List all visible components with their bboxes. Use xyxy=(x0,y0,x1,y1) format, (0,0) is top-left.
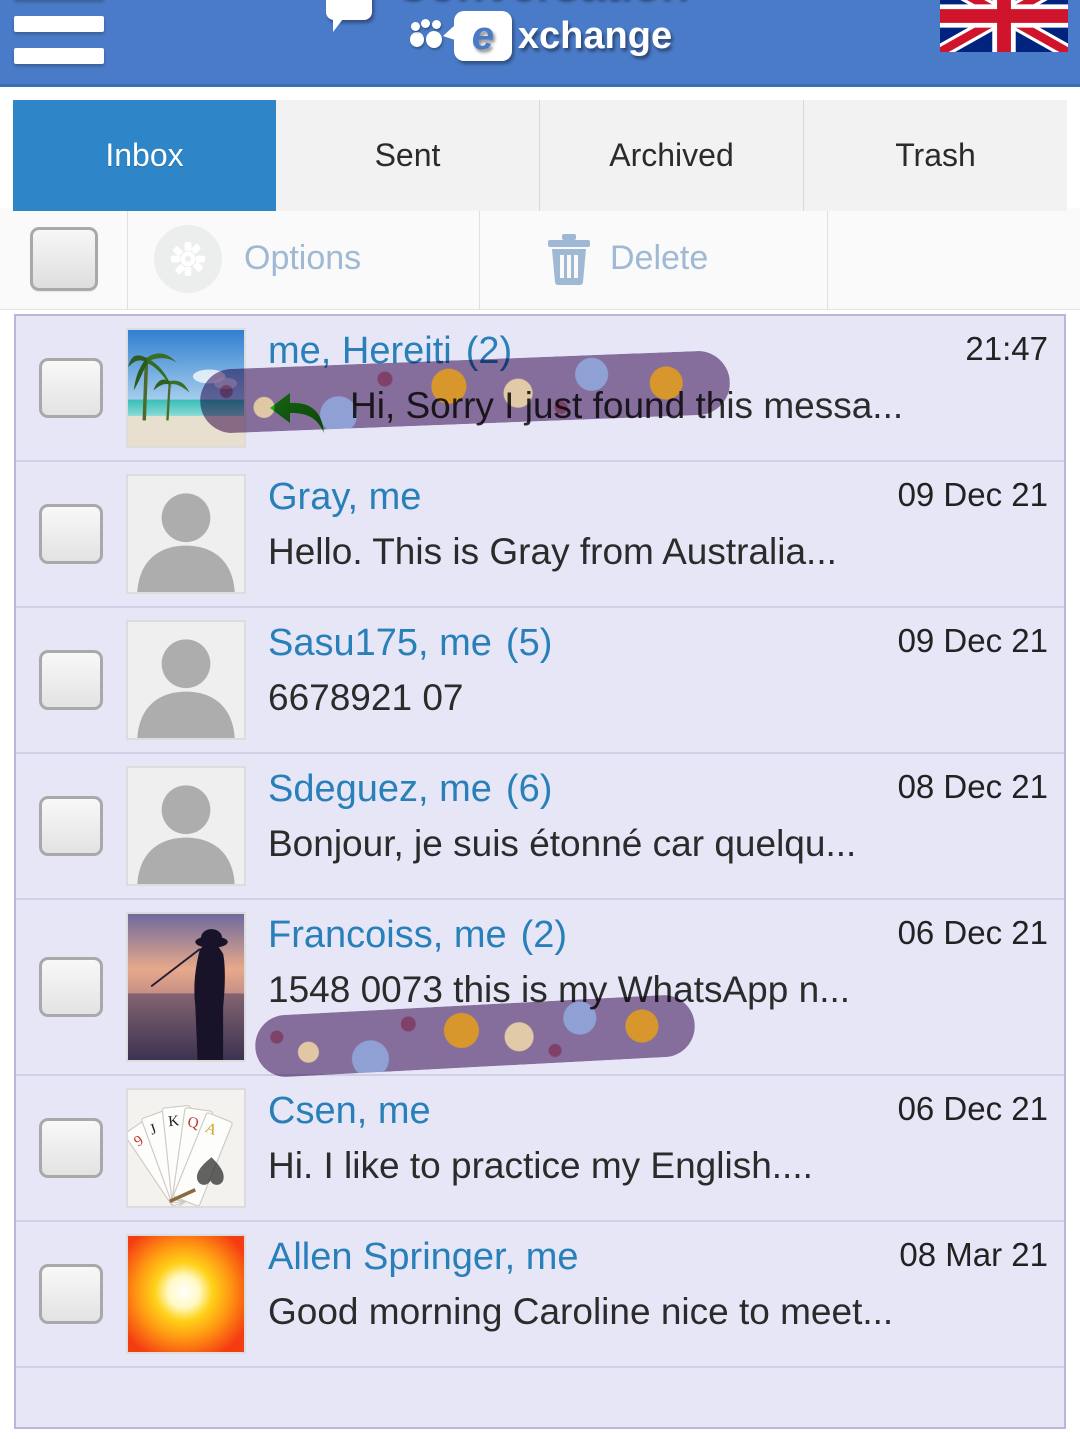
row-checkbox-cell[interactable] xyxy=(16,462,126,606)
tab-archived[interactable]: Archived xyxy=(540,100,804,211)
avatar: 9 J K Q A xyxy=(126,1088,246,1208)
row-checkbox[interactable] xyxy=(39,796,103,856)
row-header: me, Hereiti (2) xyxy=(268,330,1052,373)
table-row[interactable]: Sdeguez, me (6) 08 Dec 21 Bonjour, je su… xyxy=(16,754,1064,900)
tab-inbox[interactable]: Inbox xyxy=(13,100,276,211)
table-row[interactable]: Allen Springer, me 08 Mar 21 Good mornin… xyxy=(16,1222,1064,1368)
preview-line: 6678921 07 xyxy=(268,677,1052,718)
row-checkbox[interactable] xyxy=(39,957,103,1017)
preview-line: 1548 0073 this is my WhatsApp n... xyxy=(268,969,1052,1010)
row-checkbox[interactable] xyxy=(39,504,103,564)
united-kingdom-flag-icon[interactable] xyxy=(940,0,1068,52)
preview-line: Bonjour, je suis étonné car quelqu... xyxy=(268,823,1052,864)
avatar xyxy=(126,912,246,1062)
row-content: me, Hereiti (2) 21:47 Hi, Sorry I just f… xyxy=(246,316,1064,460)
row-checkbox-cell[interactable] xyxy=(16,900,126,1074)
message-count: (2) xyxy=(520,914,568,956)
tab-trash[interactable]: Trash xyxy=(804,100,1067,211)
avatar xyxy=(126,474,246,594)
options-button[interactable]: Options xyxy=(128,207,480,310)
row-checkbox-cell[interactable] xyxy=(16,1222,126,1366)
timestamp: 09 Dec 21 xyxy=(897,476,1048,513)
row-checkbox[interactable] xyxy=(39,358,103,418)
message-count: (6) xyxy=(505,768,553,810)
sender-name[interactable]: Allen Springer, me xyxy=(268,1236,579,1279)
delete-label: Delete xyxy=(610,239,709,277)
table-row[interactable]: Gray, me 09 Dec 21 Hello. This is Gray f… xyxy=(16,462,1064,608)
sender-name[interactable]: Gray, me xyxy=(268,476,421,519)
row-checkbox[interactable] xyxy=(39,1264,103,1324)
logo-title-line1: Conversation xyxy=(393,0,688,5)
gear-icon xyxy=(154,224,222,293)
sender-name[interactable]: Sasu175, me xyxy=(268,622,492,665)
e-badge-icon: e xyxy=(442,11,512,61)
preview-text: Hi, Sorry I just found this messa... xyxy=(350,385,904,426)
delete-button[interactable]: Delete xyxy=(480,207,828,310)
svg-text:K: K xyxy=(168,1113,181,1130)
svg-text:Q: Q xyxy=(187,1115,200,1132)
message-count: (2) xyxy=(465,330,513,372)
row-content: Allen Springer, me 08 Mar 21 Good mornin… xyxy=(246,1222,1064,1366)
timestamp: 08 Dec 21 xyxy=(897,768,1048,805)
preview-text: Bonjour, je suis étonné car quelqu... xyxy=(268,823,857,864)
mailbox-tabs: Inbox Sent Archived Trash xyxy=(0,84,1080,211)
timestamp: 06 Dec 21 xyxy=(897,1090,1048,1127)
row-content: Francoiss, me (2) 06 Dec 21 1548 0073 th… xyxy=(246,900,1064,1074)
message-list: me, Hereiti (2) 21:47 Hi, Sorry I just f… xyxy=(14,314,1066,1429)
tab-sent[interactable]: Sent xyxy=(276,100,540,211)
sender-name[interactable]: Csen, me xyxy=(268,1090,431,1133)
row-checkbox[interactable] xyxy=(39,1118,103,1178)
avatar xyxy=(126,1234,246,1354)
timestamp: 06 Dec 21 xyxy=(897,914,1048,951)
sender-name[interactable]: me, Hereiti xyxy=(268,330,452,373)
message-count: (5) xyxy=(505,622,553,664)
options-label: Options xyxy=(244,239,362,277)
row-content: Sdeguez, me (6) 08 Dec 21 Bonjour, je su… xyxy=(246,754,1064,898)
preview-text: Good morning Caroline nice to meet... xyxy=(268,1291,894,1332)
row-checkbox-cell[interactable] xyxy=(16,1076,126,1220)
reply-arrow-icon xyxy=(268,389,334,437)
app-logo[interactable]: Conversation e xchange xyxy=(0,0,1080,61)
inbox-screen: Conversation e xchange Inbox Sent Archiv… xyxy=(0,0,1080,1439)
timestamp: 08 Mar 21 xyxy=(899,1236,1048,1273)
row-checkbox[interactable] xyxy=(39,650,103,710)
row-checkbox-cell[interactable] xyxy=(16,754,126,898)
sender-name[interactable]: Sdeguez, me xyxy=(268,768,492,811)
preview-text: Hi. I like to practice my English.... xyxy=(268,1145,813,1186)
speech-bubble-icon xyxy=(326,0,372,32)
paw-prints-icon xyxy=(408,18,448,54)
row-content: Csen, me 06 Dec 21 Hi. I like to practic… xyxy=(246,1076,1064,1220)
row-checkbox-cell[interactable] xyxy=(16,316,126,460)
table-row[interactable]: me, Hereiti (2) 21:47 Hi, Sorry I just f… xyxy=(16,316,1064,462)
timestamp: 09 Dec 21 xyxy=(897,622,1048,659)
preview-line: Hi, Sorry I just found this messa... xyxy=(268,385,1052,437)
timestamp: 21:47 xyxy=(965,330,1048,367)
logo-title-line2-text: xchange xyxy=(517,15,673,57)
preview-text: Hello. This is Gray from Australia... xyxy=(268,531,837,572)
sender-name[interactable]: Francoiss, me xyxy=(268,914,507,957)
logo-title-line2: e xchange xyxy=(0,11,1080,61)
row-content: Sasu175, me (5) 09 Dec 21 6678921 07 xyxy=(246,608,1064,752)
app-header: Conversation e xchange xyxy=(0,0,1080,84)
table-row[interactable]: Sasu175, me (5) 09 Dec 21 6678921 07 xyxy=(16,608,1064,754)
preview-text: 1548 0073 this is my WhatsApp n... xyxy=(268,969,851,1010)
table-row[interactable]: Francoiss, me (2) 06 Dec 21 1548 0073 th… xyxy=(16,900,1064,1076)
table-row[interactable]: 9 J K Q A Csen, me 06 Dec 21 Hi. I like … xyxy=(16,1076,1064,1222)
row-checkbox-cell[interactable] xyxy=(16,608,126,752)
avatar xyxy=(126,620,246,740)
trash-icon xyxy=(546,233,592,285)
preview-line: Hi. I like to practice my English.... xyxy=(268,1145,1052,1186)
select-all-cell[interactable] xyxy=(0,207,128,310)
list-toolbar: Options Delete xyxy=(0,207,1080,310)
select-all-checkbox[interactable] xyxy=(29,226,98,291)
preview-line: Hello. This is Gray from Australia... xyxy=(268,531,1052,572)
preview-line: Good morning Caroline nice to meet... xyxy=(268,1291,1052,1332)
avatar xyxy=(126,766,246,886)
avatar xyxy=(126,328,246,448)
row-content: Gray, me 09 Dec 21 Hello. This is Gray f… xyxy=(246,462,1064,606)
preview-text: 6678921 07 xyxy=(268,677,464,718)
